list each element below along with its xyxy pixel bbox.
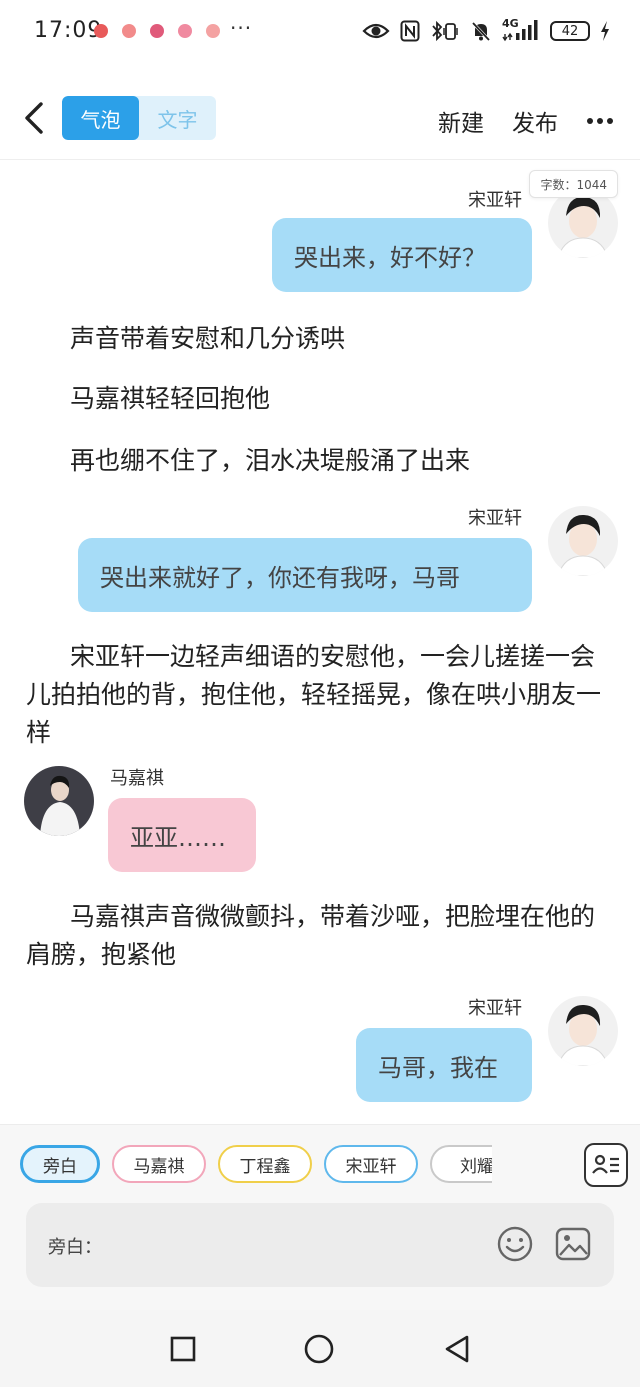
character-selector: 旁白 马嘉祺 丁程鑫 宋亚轩 刘耀 — [20, 1145, 492, 1189]
input-panel: 旁白 马嘉祺 丁程鑫 宋亚轩 刘耀 旁白： — [0, 1124, 640, 1310]
bubble-text: 亚亚…… — [130, 823, 226, 852]
chat-bubble[interactable]: 哭出来，好不好？ — [272, 218, 532, 292]
character-chip[interactable]: 宋亚轩 — [324, 1145, 418, 1183]
image-icon — [555, 1227, 591, 1261]
sender-name: 宋亚轩 — [468, 508, 522, 529]
nfc-icon — [400, 18, 420, 44]
bluetooth-vibrate-icon — [430, 18, 460, 44]
contact-list-icon — [592, 1154, 619, 1174]
avatar[interactable] — [548, 996, 618, 1066]
notification-icon — [178, 24, 192, 38]
charging-icon — [600, 18, 610, 44]
status-indicators: 4G 42 — [362, 17, 610, 45]
system-nav-bar — [0, 1310, 640, 1387]
status-bar: 17:09 ··· 4G 42 — [0, 0, 640, 62]
triangle-back-icon — [445, 1335, 469, 1363]
sender-name: 宋亚轩 — [468, 190, 522, 211]
message-input[interactable]: 旁白： — [26, 1203, 614, 1287]
home-button[interactable] — [302, 1332, 336, 1366]
new-button[interactable]: 新建 — [438, 104, 484, 138]
smiley-icon — [497, 1226, 533, 1262]
tab-bubble[interactable]: 气泡 — [62, 96, 139, 140]
character-chip[interactable]: 马嘉祺 — [112, 1145, 206, 1183]
avatar[interactable] — [548, 188, 618, 258]
sender-name: 宋亚轩 — [468, 998, 522, 1019]
character-chip-narration[interactable]: 旁白 — [20, 1145, 100, 1183]
more-button[interactable] — [586, 108, 614, 126]
bubble-text: 马哥，我在 — [378, 1053, 498, 1082]
sender-name: 马嘉祺 — [110, 768, 164, 789]
narration-text[interactable]: 马嘉祺轻轻回抱他 — [70, 380, 640, 418]
portrait-image — [548, 506, 618, 576]
message-right[interactable]: 宋亚轩 哭出来就好了，你还有我呀，马哥 — [0, 492, 640, 622]
mute-bell-icon — [470, 18, 492, 44]
message-right[interactable]: 宋亚轩 马哥，我在 — [0, 982, 640, 1112]
emoji-button[interactable] — [496, 1225, 534, 1263]
more-horizontal-icon — [587, 118, 613, 124]
bubble-text: 哭出来就好了，你还有我呀，马哥 — [100, 563, 460, 592]
square-icon — [170, 1336, 196, 1362]
word-count-badge: 字数：1044 — [529, 170, 618, 198]
top-bar: 气泡 文字 新建 发布 — [0, 84, 640, 160]
narration-text[interactable]: 声音带着安慰和几分诱哄 — [70, 320, 640, 358]
publish-button[interactable]: 发布 — [512, 104, 558, 138]
status-time: 17:09 — [34, 18, 103, 43]
signal-icon: 4G — [502, 18, 540, 44]
chat-bubble[interactable]: 亚亚…… — [108, 798, 256, 872]
notification-icon — [94, 24, 108, 38]
input-placeholder: 旁白： — [48, 1237, 102, 1258]
portrait-image — [548, 188, 618, 258]
portrait-image — [24, 766, 94, 836]
battery-icon: 42 — [550, 21, 590, 41]
notification-icon — [150, 24, 164, 38]
notification-icon — [206, 24, 220, 38]
bubble-text: 哭出来，好不好？ — [294, 243, 486, 272]
narration-text[interactable]: 再也绷不住了，泪水决堤般涌了出来 — [70, 442, 640, 480]
chat-area[interactable]: 宋亚轩 哭出来，好不好？ 字数：1044 声音带着安慰和几分诱哄 马嘉祺轻轻回抱… — [0, 162, 640, 1122]
chat-bubble[interactable]: 马哥，我在 — [356, 1028, 532, 1102]
avatar[interactable] — [24, 766, 94, 836]
recent-apps-button[interactable] — [166, 1332, 200, 1366]
portrait-image — [548, 996, 618, 1066]
back-nav-button[interactable] — [440, 1332, 474, 1366]
chat-bubble[interactable]: 哭出来就好了，你还有我呀，马哥 — [78, 538, 532, 612]
notification-icon — [122, 24, 136, 38]
character-chip[interactable]: 刘耀 — [430, 1145, 492, 1183]
tab-text[interactable]: 文字 — [139, 96, 216, 140]
eye-icon — [362, 18, 390, 44]
mode-switch: 气泡 文字 — [62, 96, 216, 140]
avatar[interactable] — [548, 506, 618, 576]
circle-icon — [304, 1334, 334, 1364]
status-more: ··· — [230, 16, 253, 40]
message-left[interactable]: 马嘉祺 亚亚…… — [0, 758, 640, 888]
chevron-left-icon — [25, 102, 43, 134]
cast-list-button[interactable] — [584, 1143, 628, 1187]
back-button[interactable] — [16, 98, 52, 138]
image-button[interactable] — [554, 1225, 592, 1263]
narration-text[interactable]: 宋亚轩一边轻声细语的安慰他，一会儿搓搓一会儿拍拍他的背，抱住他，轻轻摇晃，像在哄… — [26, 638, 610, 752]
character-chip[interactable]: 丁程鑫 — [218, 1145, 312, 1183]
narration-text[interactable]: 马嘉祺声音微微颤抖，带着沙哑，把脸埋在他的肩膀，抱紧他 — [26, 898, 610, 974]
